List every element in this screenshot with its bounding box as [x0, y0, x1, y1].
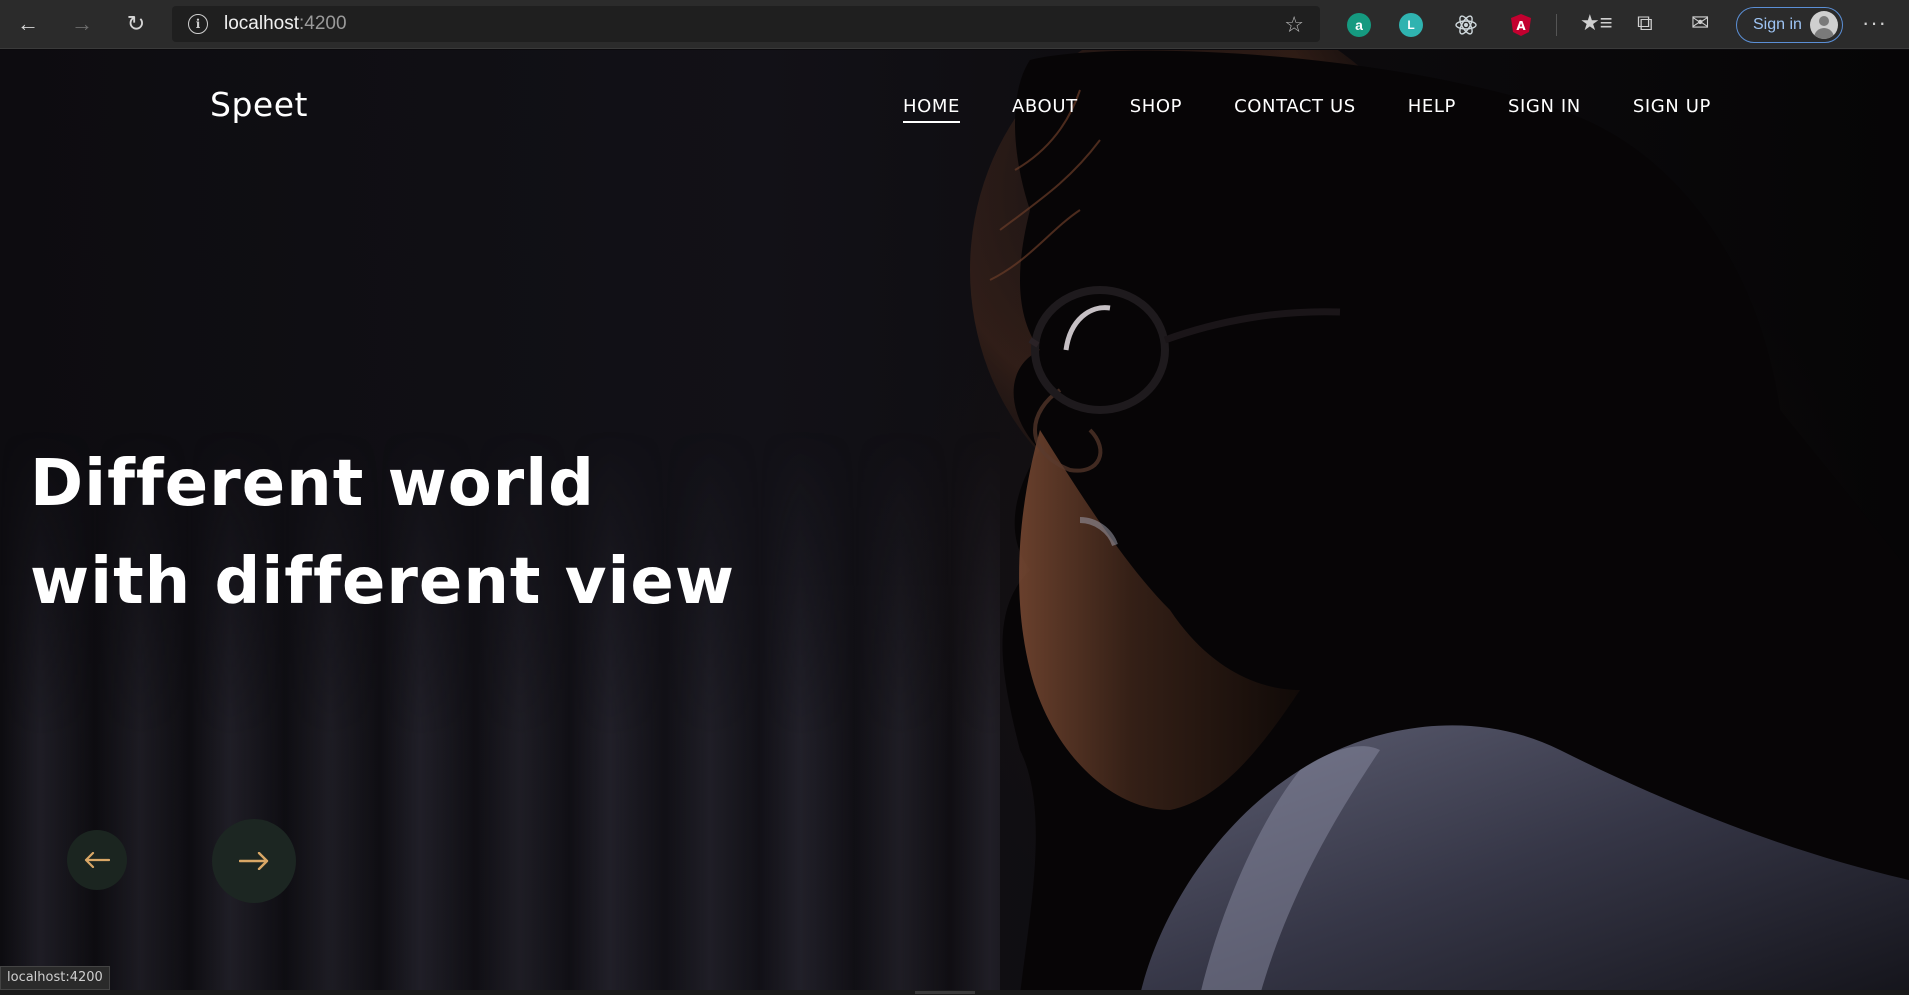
slider-prev-button[interactable]: [67, 830, 127, 890]
refresh-icon: ↻: [126, 11, 146, 36]
more-options-icon[interactable]: ···: [1862, 10, 1887, 36]
site-logo[interactable]: Speet: [210, 85, 308, 124]
site-info-icon[interactable]: i: [188, 14, 208, 34]
hero-section: Speet HOME ABOUT SHOP CONTACT US HELP SI…: [0, 50, 1909, 995]
hero-portrait-image: [970, 50, 1909, 995]
hero-headline-line-2: with different view: [30, 545, 735, 619]
browser-toolbar: ← → ↻ i localhost:4200 ☆ a L A ★≡ ⧉ ✉ Si…: [0, 0, 1909, 49]
extension-l-icon[interactable]: L: [1399, 13, 1423, 37]
extension-a-icon[interactable]: a: [1347, 13, 1371, 37]
scrollbar-thumb[interactable]: [915, 991, 975, 994]
forward-button[interactable]: →: [62, 6, 102, 42]
url-host: localhost: [224, 13, 299, 34]
avatar-icon: [1810, 11, 1838, 39]
svg-text:A: A: [1516, 19, 1526, 33]
nav-link-sign-up[interactable]: SIGN UP: [1633, 96, 1711, 123]
feedback-icon[interactable]: ✉: [1691, 10, 1709, 36]
link-status-tooltip: localhost:4200: [0, 966, 110, 990]
nav-link-home[interactable]: HOME: [903, 96, 961, 123]
arrow-left-icon: ←: [17, 11, 39, 36]
arrow-left-icon: [84, 852, 110, 868]
slider-next-button[interactable]: [212, 819, 296, 903]
arrow-right-icon: →: [71, 11, 93, 36]
favorites-icon[interactable]: ★≡: [1580, 10, 1613, 36]
hero-headline: Different world with different view: [30, 435, 735, 631]
hero-headline-line-1: Different world: [30, 447, 595, 521]
favorite-star-icon[interactable]: ☆: [1284, 12, 1304, 38]
nav-link-shop[interactable]: SHOP: [1130, 96, 1182, 123]
collections-icon[interactable]: ⧉: [1637, 10, 1653, 36]
arrow-right-icon: [239, 852, 269, 870]
nav-link-sign-in[interactable]: SIGN IN: [1508, 96, 1581, 123]
site-navigation: HOME ABOUT SHOP CONTACT US HELP SIGN IN …: [903, 96, 1711, 123]
sign-in-label: Sign in: [1753, 16, 1802, 33]
nav-link-about[interactable]: ABOUT: [1012, 96, 1078, 123]
angular-devtools-icon[interactable]: A: [1509, 13, 1533, 37]
back-button[interactable]: ←: [8, 6, 48, 42]
url-port: :4200: [299, 13, 347, 34]
profile-sign-in-button[interactable]: Sign in: [1736, 7, 1843, 43]
address-bar[interactable]: i localhost:4200 ☆: [172, 6, 1320, 42]
nav-link-contact-us[interactable]: CONTACT US: [1234, 96, 1356, 123]
refresh-button[interactable]: ↻: [116, 6, 156, 42]
horizontal-scrollbar[interactable]: [0, 990, 1909, 995]
react-devtools-icon[interactable]: [1454, 13, 1478, 37]
nav-link-help[interactable]: HELP: [1408, 96, 1456, 123]
toolbar-separator: [1556, 14, 1557, 36]
